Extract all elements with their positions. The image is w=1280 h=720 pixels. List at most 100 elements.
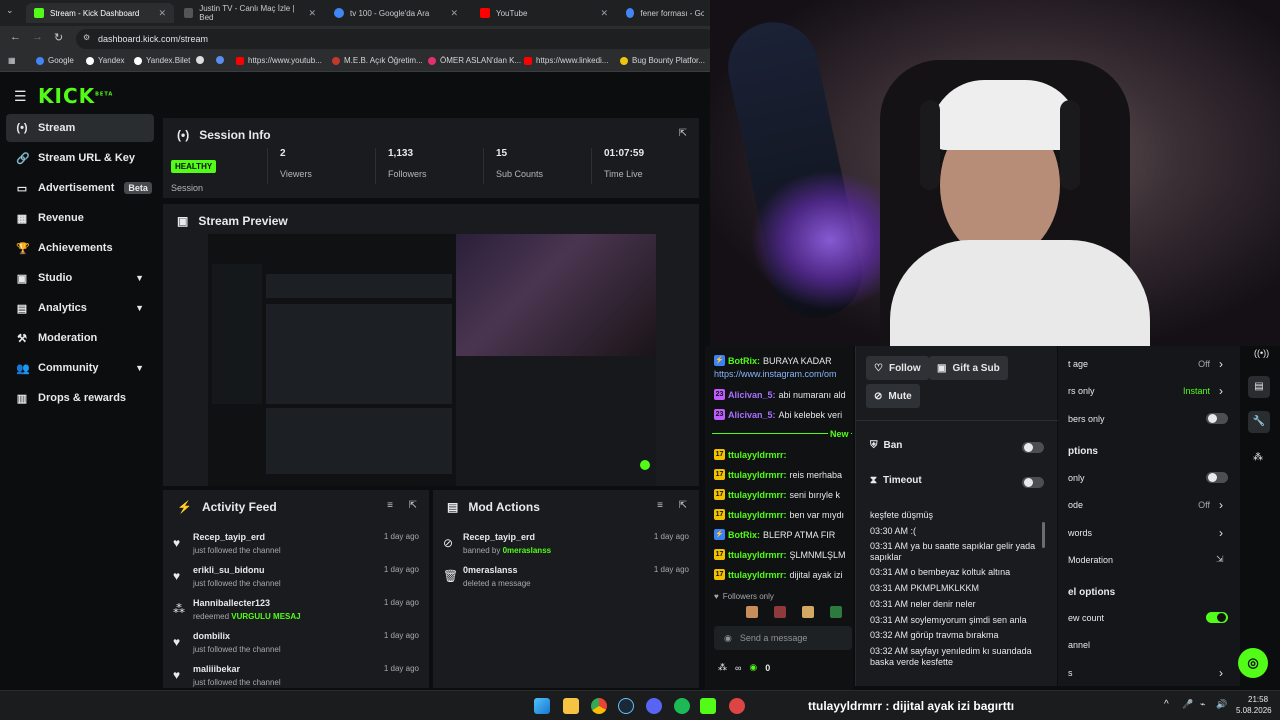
sidebar-item-advertisement[interactable]: ▭ Advertisement Beta (6, 174, 154, 202)
settings-row[interactable]: ode (1068, 500, 1083, 510)
sidebar-item-revenue[interactable]: ▦ Revenue (6, 204, 154, 232)
bookmark-yandex-bilet[interactable]: Yandex.Bilet (134, 56, 190, 65)
chat-input[interactable]: ◉ Send a message (714, 626, 852, 650)
file-explorer-icon[interactable] (563, 698, 579, 714)
settings-row[interactable]: ew count (1068, 613, 1104, 623)
close-icon[interactable]: ✕ (158, 8, 166, 19)
bookmark-linkedin[interactable]: https://www.linkedi... (524, 56, 608, 65)
tab-justin-tv[interactable]: Justin TV - Canlı Maç İzle | Bed ✕ (176, 3, 324, 23)
chat-username[interactable]: ttulayyldrmrr: (728, 570, 787, 580)
mod-target-user[interactable]: Recep_tayip_erd (463, 532, 535, 542)
chat-username[interactable]: BotRix: (728, 530, 760, 540)
chevron-right-icon[interactable]: › (1219, 498, 1223, 512)
settings-row[interactable]: Moderation (1068, 555, 1113, 565)
settings-row[interactable]: t age (1068, 359, 1088, 369)
support-chat-icon[interactable]: ◎ (1238, 648, 1268, 678)
emote-icon[interactable] (746, 606, 758, 618)
wrench-icon[interactable]: 🔧 (1248, 411, 1270, 433)
emote-icon[interactable] (802, 606, 814, 618)
network-icon[interactable]: ⌁ (1200, 699, 1205, 710)
address-bar[interactable]: ⚙ dashboard.kick.com/stream (76, 29, 716, 49)
sidebar-item-moderation[interactable]: ⚒ Moderation (6, 324, 154, 352)
settings-row[interactable]: annel (1068, 640, 1090, 650)
chrome-icon[interactable] (591, 698, 607, 714)
forward-icon[interactable]: → (32, 31, 43, 43)
view-count-toggle[interactable] (1206, 612, 1228, 623)
follow-button[interactable]: ♡ Follow (866, 356, 929, 380)
bookmark-meb[interactable]: M.E.B. Açık Öğretim... (332, 56, 423, 65)
close-icon[interactable]: ✕ (600, 8, 608, 19)
chevron-right-icon[interactable]: › (1219, 526, 1223, 540)
microphone-icon[interactable]: 🎤 (1182, 699, 1193, 710)
activity-user[interactable]: erikli_su_bidonu (193, 565, 265, 575)
sidebar-item-drops[interactable]: ▥ Drops & rewards (6, 384, 154, 412)
kick-app-icon[interactable] (700, 698, 716, 714)
external-link-icon[interactable]: ⇲ (1216, 554, 1224, 565)
activity-user[interactable]: Recep_tayip_erd (193, 532, 265, 542)
bookmark-shield[interactable] (216, 56, 224, 64)
start-icon[interactable] (534, 698, 550, 714)
sidebar-item-stream-url[interactable]: 🔗 Stream URL & Key (6, 144, 154, 172)
emote-only-toggle[interactable] (1206, 472, 1228, 483)
chat-username[interactable]: Alicivan_5: (728, 390, 776, 400)
mod-target-user[interactable]: 0meraslanss (463, 565, 518, 575)
chevron-right-icon[interactable]: › (1219, 666, 1223, 680)
bookmark-google[interactable]: Google (36, 56, 74, 65)
chat-username[interactable]: BotRix: (728, 356, 760, 366)
bookmark-yandex[interactable]: Yandex (86, 56, 125, 65)
emote-picker-icon[interactable]: ◉ (724, 633, 732, 644)
settings-row[interactable]: only (1068, 473, 1085, 483)
discord-icon[interactable] (646, 698, 662, 714)
bookmark-youtube[interactable]: https://www.youtub... (236, 56, 322, 65)
chat-text[interactable]: https://www.instagram.com/om (714, 369, 837, 379)
subscribers-only-toggle[interactable] (1206, 413, 1228, 424)
activity-user[interactable]: maliiibekar (193, 664, 240, 674)
kick-logo[interactable]: KICKBETA (38, 84, 113, 108)
filter-icon[interactable]: ≡ (657, 500, 663, 511)
tab-fener[interactable]: fener forması - Googl (618, 3, 712, 23)
mod-tools-icon[interactable]: ⁂ (1253, 452, 1263, 463)
mute-button[interactable]: ⊘ Mute (866, 384, 920, 408)
site-info-icon[interactable]: ⚙ (83, 33, 90, 42)
activity-user[interactable]: Hanniballecter123 (193, 598, 270, 608)
popout-icon[interactable]: ⇱ (679, 128, 687, 139)
back-icon[interactable]: ← (10, 31, 21, 43)
popout-icon[interactable]: ⇱ (679, 500, 687, 511)
clock-time[interactable]: 21:58 (1248, 695, 1268, 704)
volume-icon[interactable]: 🔊 (1216, 699, 1227, 710)
tab-google-search[interactable]: tv 100 - Google'da Ara ✕ (326, 3, 466, 23)
close-icon[interactable]: ✕ (450, 8, 458, 19)
tab-kick-dashboard[interactable]: Stream - Kick Dashboard ✕ (26, 3, 174, 23)
filter-icon[interactable]: ≡ (387, 500, 393, 511)
emote-icon[interactable] (830, 606, 842, 618)
chat-username[interactable]: ttulayyldrmrr: (728, 510, 787, 520)
ban-toggle[interactable] (1022, 442, 1044, 453)
mod-tools-icon[interactable]: ⁂ (718, 662, 727, 673)
menu-icon[interactable]: ☰ (14, 88, 27, 105)
tray-chevron-icon[interactable]: ^ (1164, 699, 1169, 710)
chat-username[interactable]: ttulayyldrmrr: (728, 550, 787, 560)
timeout-toggle[interactable] (1022, 477, 1044, 488)
sidebar-item-community[interactable]: 👥 Community ▼ (6, 354, 154, 382)
bookmark-globe[interactable] (196, 56, 204, 64)
settings-row[interactable]: s (1068, 668, 1073, 678)
apps-icon[interactable]: ▦ (8, 56, 16, 65)
broadcast-icon[interactable]: ((•)) (1254, 348, 1269, 358)
bookmark-bug-bounty[interactable]: Bug Bounty Platfor... (620, 56, 705, 65)
tab-youtube[interactable]: YouTube ✕ (472, 3, 616, 23)
chat-username[interactable]: Alicivan_5: (728, 410, 776, 420)
sidebar-item-analytics[interactable]: ▤ Analytics ▼ (6, 294, 154, 322)
moderator-name[interactable]: 0meraslanss (503, 546, 551, 555)
emote-icon[interactable] (774, 606, 786, 618)
chat-username[interactable]: ttulayyldrmrr: (728, 470, 787, 480)
stream-preview-video[interactable] (208, 234, 656, 486)
close-icon[interactable]: ✕ (308, 8, 316, 19)
clock-date[interactable]: 5.08.2026 (1236, 706, 1272, 715)
chevron-right-icon[interactable]: › (1219, 384, 1223, 398)
activity-user[interactable]: dombilix (193, 631, 230, 641)
bookmark-omer-aslan[interactable]: ÖMER ASLAN'dan K... (428, 56, 521, 65)
settings-row[interactable]: bers only (1068, 414, 1105, 424)
popout-icon[interactable]: ⇱ (409, 500, 417, 511)
link-icon[interactable]: ∞ (735, 663, 741, 673)
chat-username[interactable]: ttulayyldrmrr: (728, 490, 787, 500)
